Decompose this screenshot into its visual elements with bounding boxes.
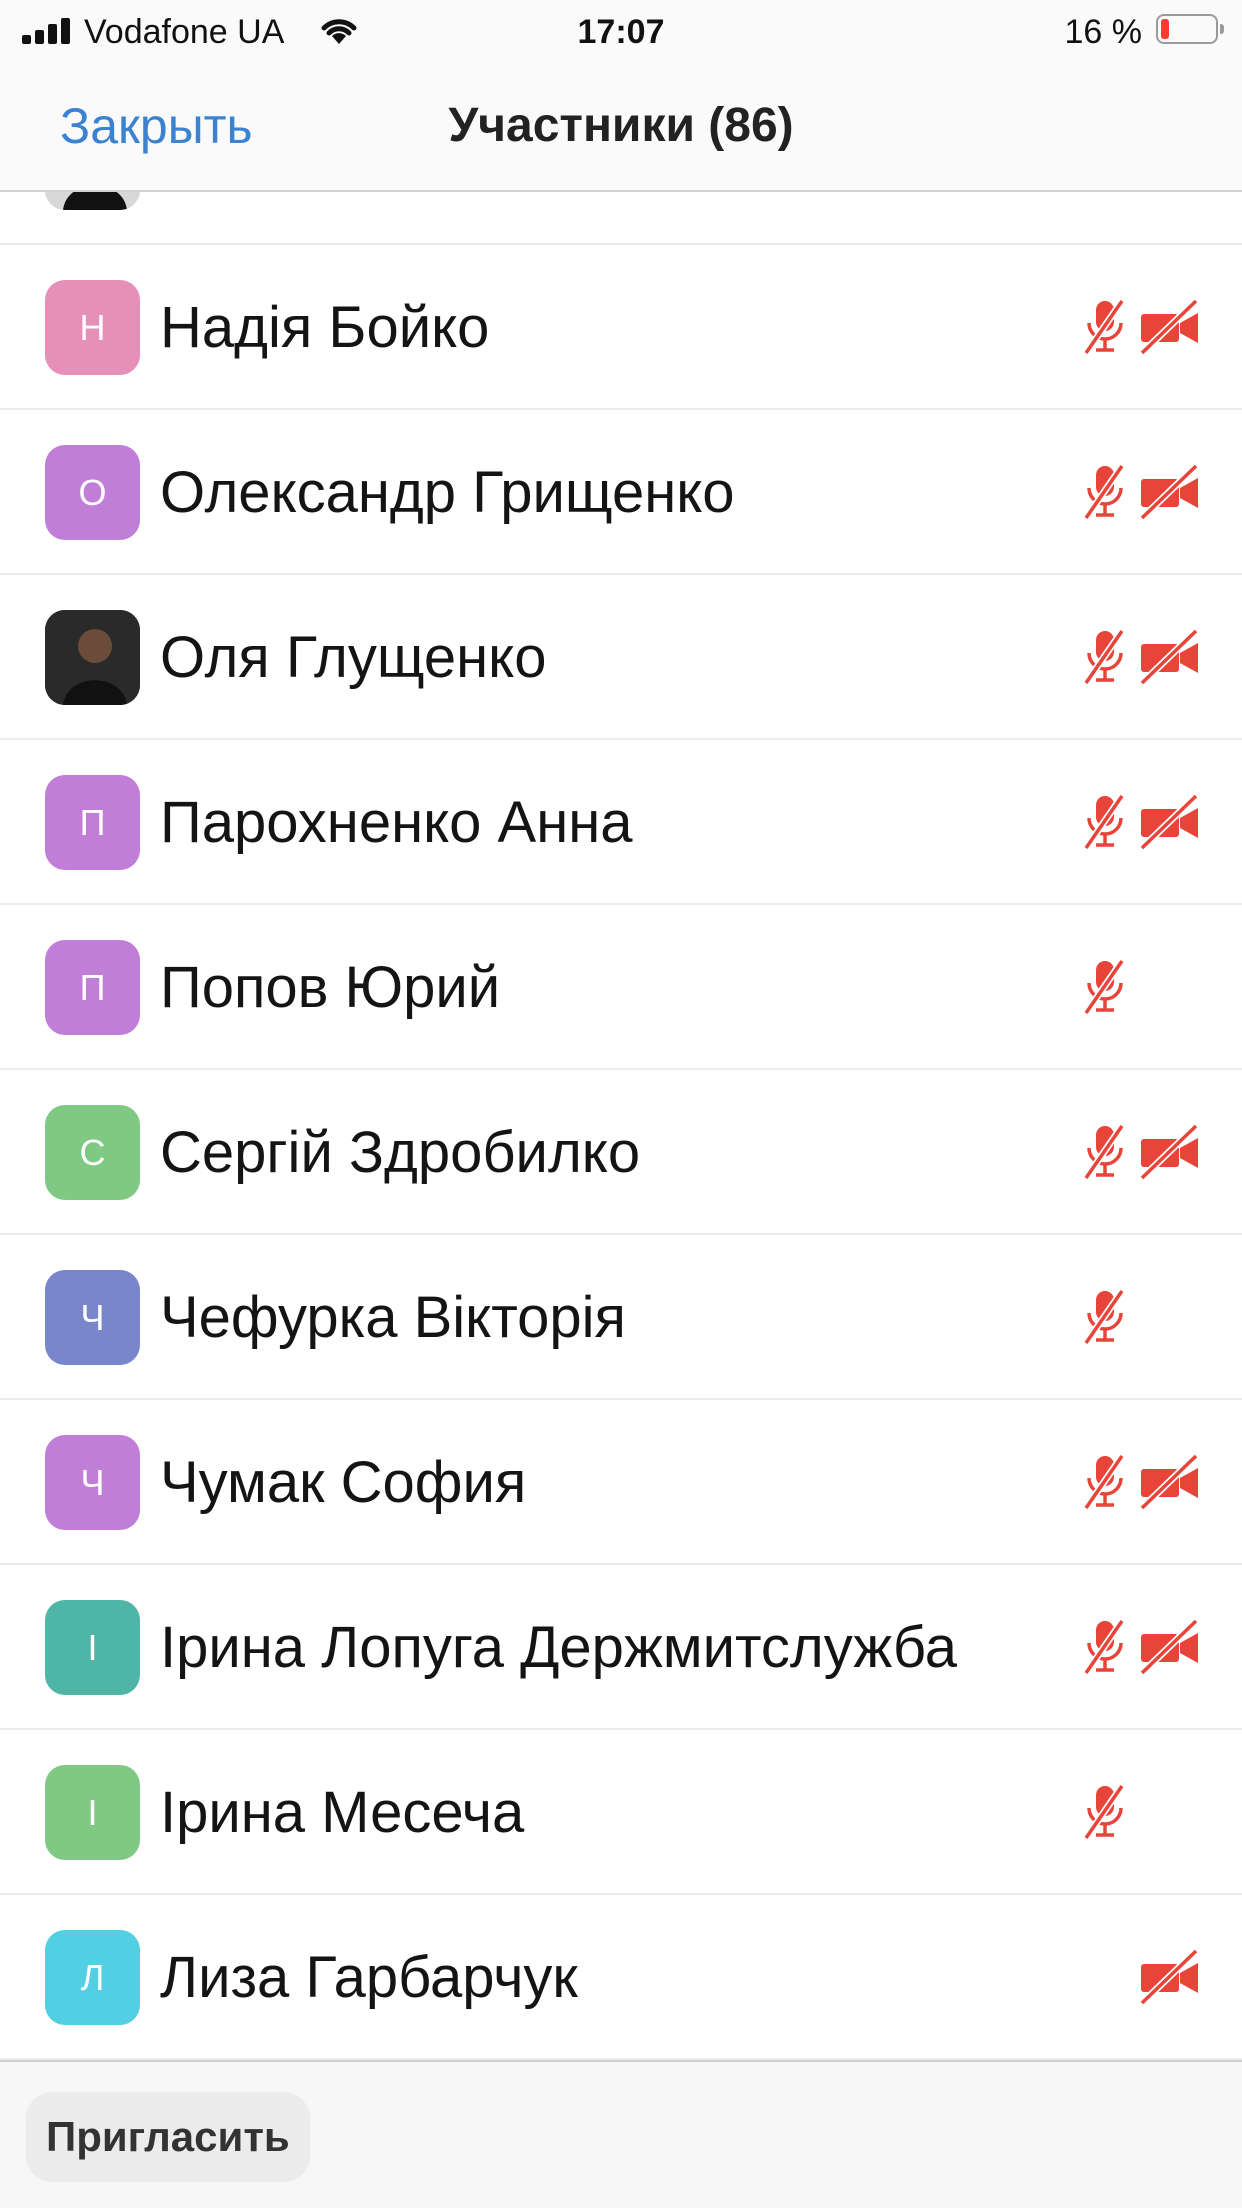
navigation-bar: Закрыть Участники (86) [0, 64, 1242, 192]
avatar [45, 192, 140, 210]
bottom-toolbar: Пригласить [0, 2060, 1242, 2208]
participant-name: Лиза Гарбарчук [160, 1945, 578, 2010]
profile-photo [45, 192, 140, 210]
participant-row[interactable]: С Сергій Здробилко [0, 1070, 1242, 1235]
participant-status-icons [1082, 625, 1202, 689]
profile-photo [45, 610, 140, 705]
status-bar: Vodafone UA 17:07 16 % [0, 0, 1242, 64]
video-off-icon [1138, 1452, 1202, 1512]
participants-list[interactable]: Н Надія Бойко О Олександр Грищенко Оля Глуще… [0, 192, 1242, 2060]
video-off-icon [1138, 1947, 1202, 2007]
participant-name: Попов Юрий [160, 955, 501, 1020]
mic-muted-icon [1082, 1782, 1128, 1842]
video-off-icon [1138, 1122, 1202, 1182]
participant-row[interactable]: І Ірина Лопуга Держмитслужба [0, 1565, 1242, 1730]
participant-row[interactable]: І Ірина Месеча [0, 1730, 1242, 1895]
participant-status-icons [1082, 192, 1202, 194]
participant-name: Чумак София [160, 1450, 527, 1515]
avatar: П [45, 940, 140, 1035]
battery-level-fill [1161, 19, 1169, 39]
participant-row[interactable]: Н Надія Бойко [0, 245, 1242, 410]
page-title: Участники (86) [448, 99, 794, 152]
mic-muted-icon [1082, 957, 1128, 1017]
participant-row[interactable]: О Олександр Грищенко [0, 410, 1242, 575]
participant-status-icons [1082, 1285, 1202, 1349]
mic-muted-icon [1082, 627, 1128, 687]
avatar: Ч [45, 1270, 140, 1365]
participant-row[interactable]: Л Лиза Гарбарчук [0, 1895, 1242, 2060]
participant-status-icons [1082, 955, 1202, 1019]
participant-name: Ірина Месеча [160, 1780, 525, 1845]
invite-button[interactable]: Пригласить [26, 2092, 310, 2182]
participant-name: Надія Бойко [160, 295, 490, 360]
avatar: С [45, 1105, 140, 1200]
video-off-icon [1138, 1617, 1202, 1677]
participant-name: Сергій Здробилко [160, 1120, 641, 1185]
avatar: П [45, 775, 140, 870]
mic-muted-icon [1082, 1287, 1128, 1347]
video-off-icon [1138, 297, 1202, 357]
battery-icon [1156, 14, 1224, 44]
participant-row[interactable]: Ч Чумак София [0, 1400, 1242, 1565]
participant-status-icons [1082, 460, 1202, 524]
participant-row[interactable]: П Попов Юрий [0, 905, 1242, 1070]
participant-status-icons [1082, 1615, 1202, 1679]
video-off-icon [1138, 627, 1202, 687]
video-off-icon [1138, 462, 1202, 522]
mic-muted-icon [1082, 462, 1128, 522]
participant-row[interactable]: Ч Чефурка Вікторія [0, 1235, 1242, 1400]
participant-name: Парохненко Анна [160, 790, 633, 855]
mic-muted-icon [1082, 297, 1128, 357]
status-time: 17:07 [577, 13, 665, 51]
participant-row[interactable]: Оля Глущенко [0, 575, 1242, 740]
participant-status-icons [1082, 295, 1202, 359]
avatar: Н [45, 280, 140, 375]
mic-muted-icon [1082, 1452, 1128, 1512]
avatar: І [45, 1600, 140, 1695]
avatar: І [45, 1765, 140, 1860]
video-off-icon [1138, 792, 1202, 852]
participant-status-icons [1082, 1120, 1202, 1184]
participant-status-icons [1082, 1780, 1202, 1844]
participant-name: Чефурка Вікторія [160, 1285, 626, 1350]
mic-muted-icon [1082, 792, 1128, 852]
mic-muted-icon [1082, 1617, 1128, 1677]
avatar [45, 610, 140, 705]
participant-row[interactable] [0, 192, 1242, 245]
mic-muted-icon [1082, 1122, 1128, 1182]
battery-percent: 16 % [1064, 13, 1143, 51]
avatar: Ч [45, 1435, 140, 1530]
participant-status-icons [1082, 790, 1202, 854]
participant-name: Оля Глущенко [160, 625, 547, 690]
participant-name: Олександр Грищенко [160, 460, 735, 525]
avatar: Л [45, 1930, 140, 2025]
avatar: О [45, 445, 140, 540]
participant-status-icons [1082, 1450, 1202, 1514]
participant-status-icons [1138, 1945, 1202, 2009]
participant-row[interactable]: П Парохненко Анна [0, 740, 1242, 905]
participant-name: Ірина Лопуга Держмитслужба [160, 1615, 958, 1680]
